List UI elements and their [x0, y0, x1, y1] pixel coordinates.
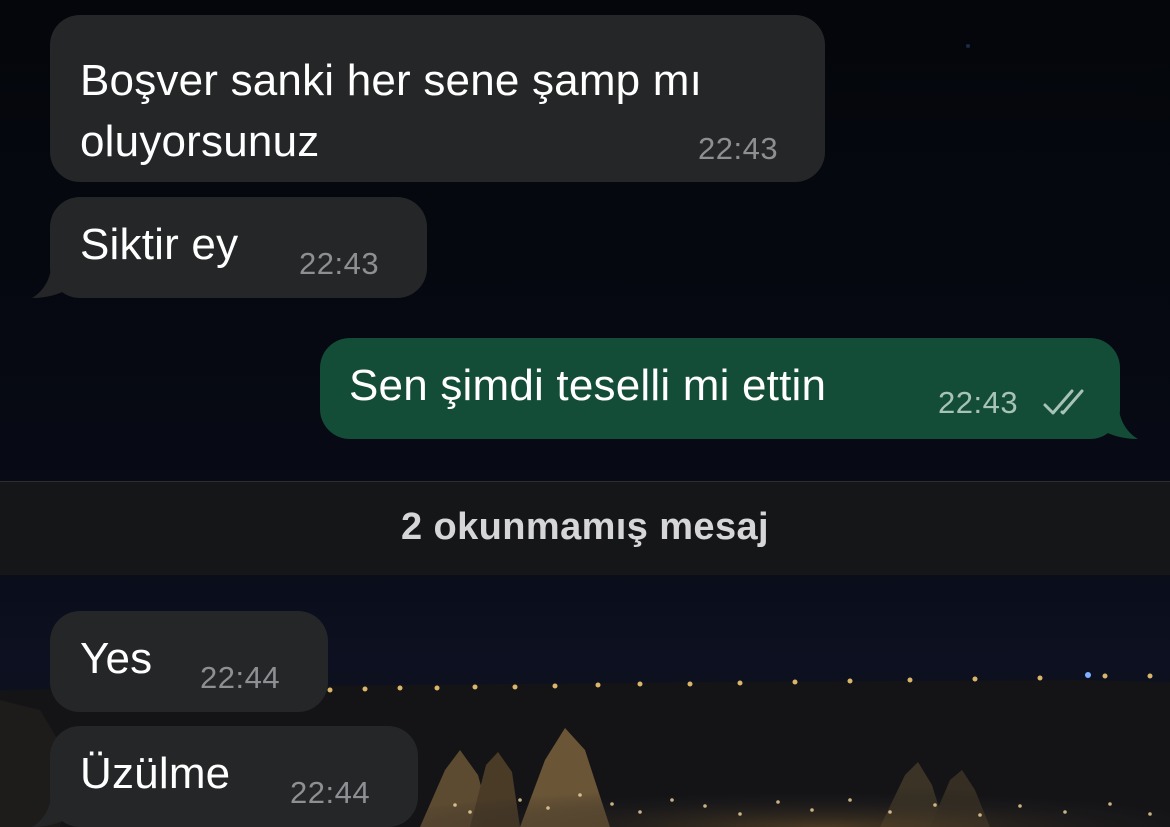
message-text: Yes [80, 634, 153, 683]
message-timestamp: 22:43 [938, 385, 1019, 420]
outgoing-message-bubble[interactable]: Sen şimdi teselli mi ettin 22:43 [320, 338, 1120, 439]
unread-messages-divider: 2 okunmamış mesaj [0, 481, 1170, 575]
message-timestamp: 22:43 [299, 246, 380, 281]
message-text: Üzülme [80, 749, 231, 798]
double-check-icon [1043, 389, 1084, 415]
message-timestamp: 22:44 [200, 660, 281, 695]
incoming-message-bubble[interactable]: Üzülme 22:44 [50, 726, 418, 827]
incoming-message-bubble[interactable]: Yes 22:44 [50, 611, 328, 712]
incoming-message-bubble[interactable]: Siktir ey 22:43 [50, 197, 427, 298]
message-text: Sen şimdi teselli mi ettin [349, 361, 827, 410]
incoming-message-bubble[interactable]: Boşver sanki her sene şamp mı oluyorsunu… [50, 15, 825, 182]
message-timestamp: 22:43 [698, 131, 779, 166]
message-text: Boşver sanki her sene şamp mı [80, 56, 703, 105]
message-timestamp: 22:44 [290, 775, 371, 810]
message-text: oluyorsunuz [80, 117, 320, 166]
message-text: Siktir ey [80, 220, 239, 269]
unread-messages-label: 2 okunmamış mesaj [401, 506, 769, 548]
